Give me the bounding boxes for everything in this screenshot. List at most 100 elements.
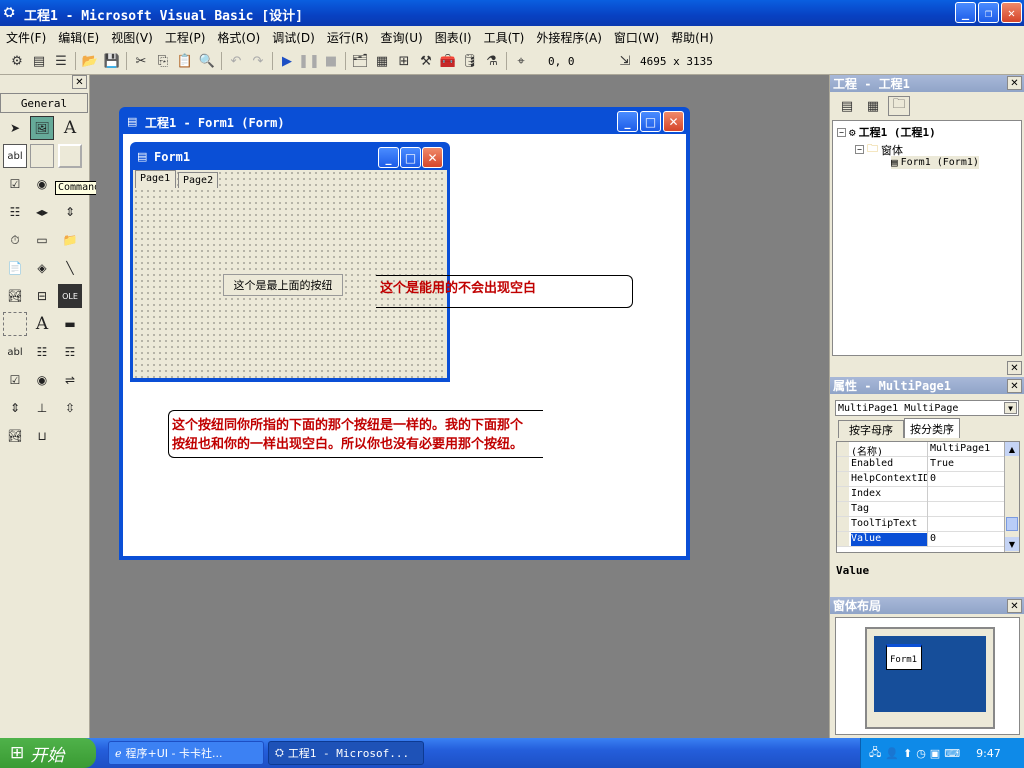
maximize-icon[interactable]: □ xyxy=(640,111,661,132)
minimize-icon[interactable]: _ xyxy=(955,2,976,23)
toolbox-tab-general[interactable]: General xyxy=(0,93,88,113)
property-row[interactable]: ToolTipText xyxy=(837,517,1004,532)
taskbar-item-vb[interactable]: ⛭ 工程1 - Microsof... xyxy=(268,741,424,765)
command-button-icon[interactable] xyxy=(58,144,82,168)
add-form-icon[interactable]: ▤ xyxy=(28,51,50,71)
chevron-down-icon[interactable]: ▼ xyxy=(1004,402,1017,414)
tab-page1[interactable]: Page1 xyxy=(135,170,176,188)
listbox2-icon[interactable]: ☷ xyxy=(30,340,54,364)
image2-icon[interactable]: 🏞 xyxy=(3,424,27,448)
minimize-icon[interactable]: _ xyxy=(378,147,399,168)
tab-categorized[interactable]: 按分类序 xyxy=(904,418,960,438)
timer-icon[interactable]: ⏱ xyxy=(3,228,27,252)
network-icon[interactable]: 🖧 xyxy=(869,744,881,763)
line-icon[interactable]: ╲ xyxy=(58,256,82,280)
property-row[interactable]: Enabled True xyxy=(837,457,1004,472)
monitor-tray-icon[interactable]: ▣ xyxy=(930,747,940,760)
menu-item[interactable]: 工具(T) xyxy=(478,29,531,46)
menu-item[interactable]: 帮助(H) xyxy=(665,29,719,46)
property-value[interactable]: True xyxy=(930,458,954,469)
close-icon[interactable]: ✕ xyxy=(1001,2,1022,23)
property-row[interactable]: HelpContextID 0 xyxy=(837,472,1004,487)
close-icon[interactable]: ✕ xyxy=(1007,76,1022,90)
multipage-control[interactable]: Page1 Page2 这个是最上面的按纽 xyxy=(133,170,447,378)
combobox2-icon[interactable]: ☶ xyxy=(58,340,82,364)
close-icon[interactable]: ✕ xyxy=(1007,379,1022,393)
label2-icon[interactable]: A xyxy=(30,312,54,336)
properties-window-icon[interactable]: ▦ xyxy=(371,51,393,71)
commandbutton2-icon[interactable]: ▬ xyxy=(58,312,82,336)
menu-item[interactable]: 格式(O) xyxy=(211,29,266,46)
hscrollbar-icon[interactable]: ◂▸ xyxy=(30,200,54,224)
menu-item[interactable]: 窗口(W) xyxy=(608,29,665,46)
file-listbox-icon[interactable]: 📄 xyxy=(3,256,27,280)
pointer-icon[interactable]: ➤ xyxy=(3,116,27,140)
close-icon[interactable]: ✕ xyxy=(1007,361,1022,375)
property-row[interactable]: (名称) MultiPage1 xyxy=(837,442,1004,457)
close-icon[interactable]: ✕ xyxy=(72,75,87,89)
label-icon[interactable]: A xyxy=(58,116,82,140)
scrollbar2-icon[interactable]: ⇳ xyxy=(58,396,82,420)
component-manager-icon[interactable]: ⚗ xyxy=(481,51,503,71)
vscrollbar-icon[interactable]: ⇕ xyxy=(58,200,82,224)
property-value[interactable]: MultiPage1 xyxy=(930,443,990,454)
restore-icon[interactable]: ❐ xyxy=(978,2,999,23)
menu-item[interactable]: 编辑(E) xyxy=(52,29,105,46)
option2-icon[interactable]: ◉ xyxy=(30,368,54,392)
stop-icon[interactable]: ■ xyxy=(320,51,342,71)
form1-window[interactable]: ▤ Form1 _ □ ✕ Page1 Page2 这个是最上面的按纽 xyxy=(130,142,450,382)
frame2-icon[interactable] xyxy=(3,312,27,336)
input-method-icon[interactable]: ⌨ xyxy=(944,747,960,760)
menu-item[interactable]: 图表(I) xyxy=(429,29,478,46)
tree-item-form1[interactable]: ▤ Form1 (Form1) xyxy=(891,156,979,169)
save-icon[interactable]: 💾 xyxy=(101,51,123,71)
data-icon[interactable]: ⊟ xyxy=(30,284,54,308)
scroll-down-icon[interactable]: ▼ xyxy=(1005,537,1019,551)
copy-icon[interactable]: ⎘ xyxy=(152,51,174,71)
shape-icon[interactable]: ◈ xyxy=(30,256,54,280)
property-row[interactable]: Tag xyxy=(837,502,1004,517)
view-code-icon[interactable]: ▤ xyxy=(836,96,858,116)
menu-item[interactable]: 工程(P) xyxy=(159,29,212,46)
property-row[interactable]: Value 0 xyxy=(837,532,1004,547)
open-icon[interactable]: 📂 xyxy=(79,51,101,71)
menu-item[interactable]: 外接程序(A) xyxy=(530,29,608,46)
data-view-icon[interactable]: 🛢 xyxy=(459,51,481,71)
add-project-icon[interactable]: ⚙ xyxy=(6,51,28,71)
menu-item[interactable]: 视图(V) xyxy=(105,29,159,46)
user-icon[interactable]: 👤 xyxy=(885,747,899,760)
checkbox-icon[interactable]: ☑ xyxy=(3,172,27,196)
form-layout-icon[interactable]: ⊞ xyxy=(393,51,415,71)
tree-item-project[interactable]: − ⚙ 工程1 (工程1) xyxy=(837,124,936,140)
find-icon[interactable]: 🔍 xyxy=(196,51,218,71)
menu-editor-icon[interactable]: ☰ xyxy=(50,51,72,71)
drive-listbox-icon[interactable]: ▭ xyxy=(30,228,54,252)
form1-position-preview[interactable]: Form1 xyxy=(886,644,922,670)
object-browser-icon[interactable]: ⚒ xyxy=(415,51,437,71)
menu-item[interactable]: 运行(R) xyxy=(321,29,375,46)
collapse-icon[interactable]: − xyxy=(837,127,846,137)
object-selector[interactable]: MultiPage1 MultiPage ▼ xyxy=(835,400,1019,416)
ole-icon[interactable]: OLE xyxy=(58,284,82,308)
dir-listbox-icon[interactable]: 📁 xyxy=(58,228,82,252)
textbox2-icon[interactable]: abl xyxy=(3,340,27,364)
maximize-icon[interactable]: □ xyxy=(400,147,421,168)
combobox-icon[interactable]: ☷ xyxy=(3,200,27,224)
cut-icon[interactable]: ✂ xyxy=(130,51,152,71)
run-icon[interactable]: ▶ xyxy=(276,51,298,71)
multipage-icon[interactable]: ⊔ xyxy=(30,424,54,448)
view-object-icon[interactable]: ▦ xyxy=(862,96,884,116)
vertical-scrollbar[interactable]: ▲ ▼ xyxy=(1004,442,1019,552)
property-value[interactable]: 0 xyxy=(930,473,936,484)
close-icon[interactable]: ✕ xyxy=(1007,599,1022,613)
image-icon[interactable]: 🏞 xyxy=(3,284,27,308)
tabstrip-icon[interactable]: ⊥ xyxy=(30,396,54,420)
checkbox2-icon[interactable]: ☑ xyxy=(3,368,27,392)
undo-icon[interactable]: ↶ xyxy=(225,51,247,71)
taskbar-item-browser[interactable]: ℯ 程序+UI - 卡卡社... xyxy=(108,741,264,765)
arrow-icon[interactable]: ⬆ xyxy=(903,747,912,760)
toolbox-icon[interactable]: 🧰 xyxy=(437,51,459,71)
menu-item[interactable]: 文件(F) xyxy=(0,29,52,46)
pause-icon[interactable]: ❚❚ xyxy=(298,51,320,71)
clock-tray-icon[interactable]: ◷ xyxy=(916,747,926,760)
